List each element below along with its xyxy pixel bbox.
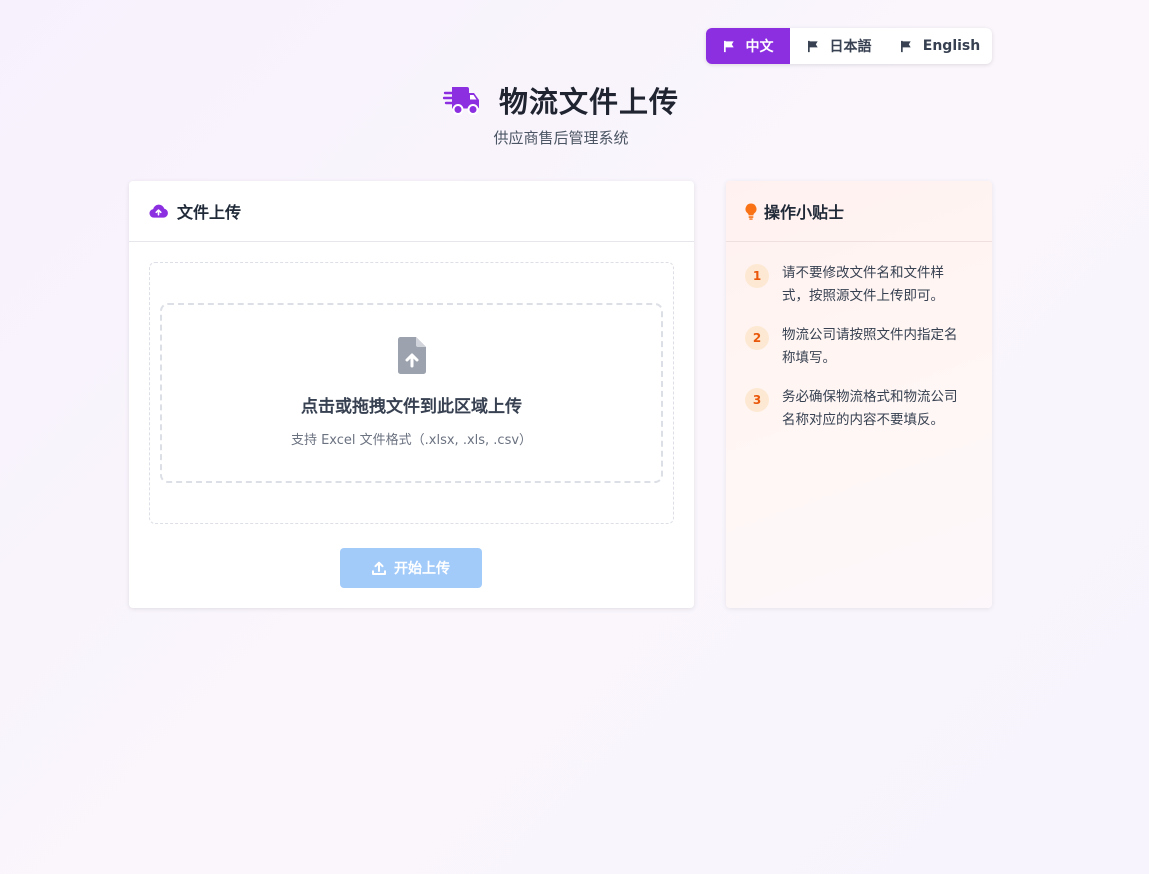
tip-item: 2 物流公司请按照文件内指定名称填写。 — [745, 324, 972, 370]
flag-icon — [807, 40, 818, 52]
tip-number-badge: 1 — [745, 264, 769, 288]
drop-zone[interactable]: 点击或拖拽文件到此区域上传 支持 Excel 文件格式（.xlsx, .xls,… — [160, 303, 663, 483]
upload-icon — [372, 561, 386, 575]
start-upload-button[interactable]: 开始上传 — [340, 548, 482, 588]
tip-text: 物流公司请按照文件内指定名称填写。 — [782, 327, 958, 366]
page-header: 物流文件上传 供应商售后管理系统 — [0, 80, 1122, 148]
upload-card-header: 文件上传 — [129, 181, 694, 242]
tip-item: 1 请不要修改文件名和文件样式，按照源文件上传即可。 — [745, 262, 972, 308]
lang-button-en[interactable]: English — [888, 28, 992, 64]
tips-list: 1 请不要修改文件名和文件样式，按照源文件上传即可。 2 物流公司请按照文件内指… — [726, 242, 992, 432]
page-title: 物流文件上传 — [498, 85, 679, 119]
lang-label: 日本語 — [829, 39, 872, 55]
lang-button-ja[interactable]: 日本語 — [790, 28, 888, 64]
start-upload-label: 开始上传 — [394, 561, 450, 577]
tip-number-badge: 3 — [745, 388, 769, 412]
cloud-upload-icon — [149, 204, 168, 218]
tips-card: 操作小贴士 1 请不要修改文件名和文件样式，按照源文件上传即可。 2 物流公司请… — [726, 181, 992, 608]
title-row: 物流文件上传 — [0, 80, 1122, 120]
tip-text: 请不要修改文件名和文件样式，按照源文件上传即可。 — [782, 265, 944, 304]
upload-card: 文件上传 点击或拖拽文件到此区域上传 支持 Excel 文件格式（.xlsx, … — [129, 181, 694, 608]
tips-card-header: 操作小贴士 — [726, 181, 992, 242]
upload-area: 点击或拖拽文件到此区域上传 支持 Excel 文件格式（.xlsx, .xls,… — [149, 262, 674, 524]
flag-icon — [723, 40, 734, 52]
tips-card-title: 操作小贴士 — [764, 203, 845, 222]
language-switcher: 中文 日本語 English — [706, 28, 992, 64]
truck-fast-icon — [442, 84, 481, 116]
lightbulb-icon — [745, 203, 757, 220]
lang-label: English — [922, 38, 981, 54]
lang-label: 中文 — [745, 39, 774, 55]
tip-item: 3 务必确保物流格式和物流公司名称对应的内容不要填反。 — [745, 386, 972, 432]
drop-zone-hint: 支持 Excel 文件格式（.xlsx, .xls, .csv） — [290, 433, 533, 448]
tip-number-badge: 2 — [745, 326, 769, 350]
lang-button-zh[interactable]: 中文 — [706, 28, 790, 64]
tip-text: 务必确保物流格式和物流公司名称对应的内容不要填反。 — [782, 389, 958, 428]
flag-icon — [900, 40, 911, 52]
page-subtitle: 供应商售后管理系统 — [493, 129, 629, 147]
upload-card-title: 文件上传 — [177, 203, 242, 222]
drop-zone-title: 点击或拖拽文件到此区域上传 — [301, 397, 522, 417]
file-upload-icon — [397, 337, 426, 374]
